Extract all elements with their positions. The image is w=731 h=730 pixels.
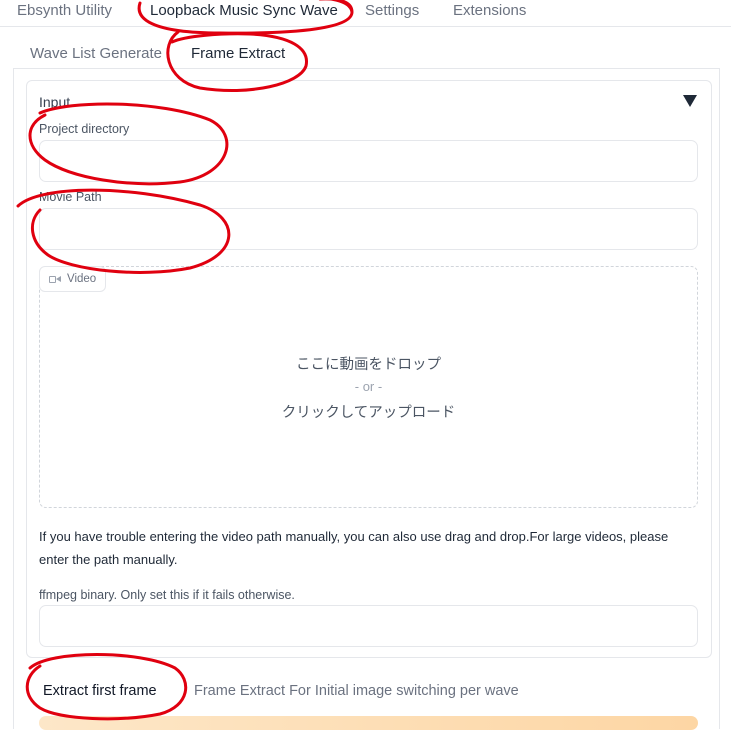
tab-settings[interactable]: Settings	[365, 2, 419, 19]
ffmpeg-binary-label: ffmpeg binary. Only set this if it fails…	[39, 588, 295, 602]
ffmpeg-binary-input[interactable]	[39, 605, 698, 647]
extract-button[interactable]	[39, 716, 698, 730]
tab-wave-list-generate[interactable]: Wave List Generate	[30, 45, 162, 62]
project-directory-input[interactable]	[39, 140, 698, 182]
video-badge-label: Video	[67, 273, 97, 285]
input-accordion-title[interactable]: Input	[39, 94, 70, 110]
video-camera-icon	[49, 275, 61, 284]
tab-frame-extract[interactable]: Frame Extract	[191, 45, 285, 62]
project-directory-label: Project directory	[39, 122, 130, 136]
video-badge: Video	[39, 266, 107, 292]
tab-extensions[interactable]: Extensions	[453, 2, 526, 19]
movie-path-label: Movie Path	[39, 190, 102, 204]
video-drop-text: ここに動画をドロップ	[296, 357, 441, 373]
video-path-help-text: If you have trouble entering the video p…	[39, 529, 669, 567]
collapse-triangle-icon[interactable]	[683, 95, 697, 107]
movie-path-input[interactable]	[39, 208, 698, 250]
tab-ebsynth-utility[interactable]: Ebsynth Utility	[17, 2, 112, 19]
video-drop-or: - or -	[354, 379, 383, 394]
video-click-upload-text: クリックしてアップロード	[281, 405, 456, 421]
tab-frame-extract-per-wave[interactable]: Frame Extract For Initial image switchin…	[194, 683, 519, 699]
tab-loopback-music-sync-wave[interactable]: Loopback Music Sync Wave	[150, 2, 338, 19]
tab-extract-first-frame[interactable]: Extract first frame	[43, 683, 157, 699]
